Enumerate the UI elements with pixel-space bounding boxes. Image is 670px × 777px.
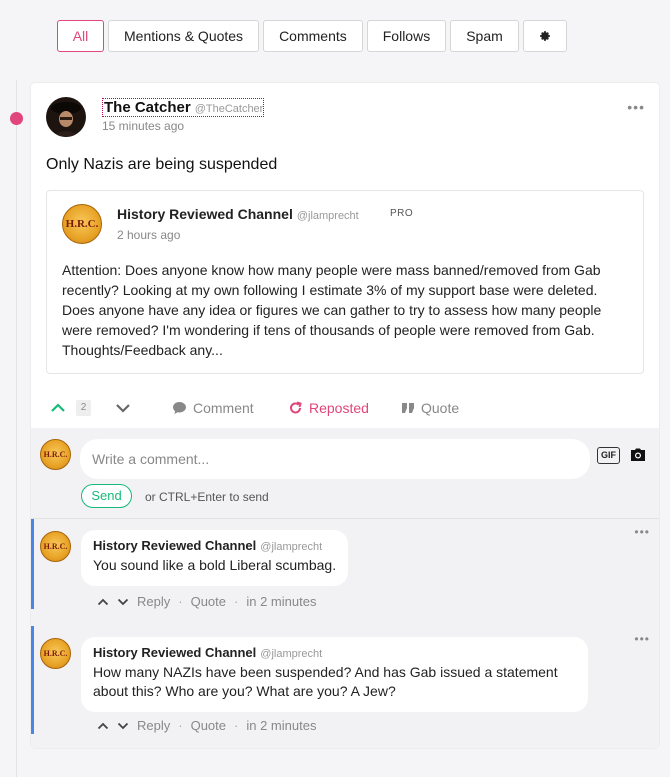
post-author[interactable]: The Catcher @TheCatcher	[102, 98, 265, 117]
comment-button[interactable]: Comment	[172, 396, 254, 420]
chevron-up-icon	[97, 722, 109, 730]
notification-post-card: The Catcher @TheCatcher 15 minutes ago ••…	[31, 83, 659, 748]
comment-author-name[interactable]: History Reviewed Channel	[93, 645, 256, 660]
quote-label: Quote	[421, 400, 460, 416]
comment-author[interactable]: History Reviewed Channel @jlamprecht	[93, 538, 336, 553]
separator-dot: ·	[234, 717, 239, 733]
comment-item: H.R.C. History Reviewed Channel @jlamprec…	[31, 519, 659, 609]
pro-badge: PRO	[390, 208, 414, 219]
avatar[interactable]: H.R.C.	[40, 638, 71, 669]
filter-comments-tab[interactable]: Comments	[263, 20, 363, 52]
separator-dot: ·	[178, 593, 183, 609]
post-author-name[interactable]: The Catcher	[104, 99, 191, 116]
comment-more-icon[interactable]: •••	[634, 632, 650, 646]
separator-dot: ·	[178, 717, 183, 733]
filter-spam-tab[interactable]: Spam	[450, 20, 519, 52]
downvote-button[interactable]	[115, 396, 131, 420]
gear-icon	[539, 31, 550, 41]
avatar[interactable]: H.R.C.	[62, 204, 102, 244]
comment-reply-link[interactable]: Reply	[137, 594, 170, 609]
chevron-down-icon	[117, 722, 129, 730]
filter-follows-tab[interactable]: Follows	[366, 20, 447, 52]
comment-bubble: History Reviewed Channel @jlamprecht You …	[81, 530, 349, 586]
post-more-icon[interactable]: •••	[627, 99, 645, 115]
comment-author-handle[interactable]: @jlamprecht	[260, 648, 322, 660]
comment-quote-link[interactable]: Quote	[191, 718, 226, 733]
separator-dot: ·	[234, 593, 239, 609]
quoted-timestamp[interactable]: 2 hours ago	[117, 228, 180, 242]
post-author-handle[interactable]: @TheCatcher	[195, 103, 264, 115]
comment-bubble-icon	[173, 402, 186, 414]
settings-button[interactable]	[522, 20, 567, 52]
comment-upvote-button[interactable]	[97, 717, 109, 733]
comment-input[interactable]	[80, 439, 590, 479]
comment-downvote-button[interactable]	[117, 717, 129, 733]
quoted-author[interactable]: History Reviewed Channel @jlamprecht	[117, 206, 359, 222]
comments-thread: H.R.C. History Reviewed Channel @jlamprec…	[31, 518, 659, 748]
post-text: Only Nazis are being suspended	[46, 156, 278, 173]
comment-text: How many NAZIs have been suspended? And …	[93, 664, 558, 699]
quoted-author-name[interactable]: History Reviewed Channel	[117, 206, 293, 222]
comment-upvote-button[interactable]	[97, 593, 109, 609]
comment-author-name[interactable]: History Reviewed Channel	[93, 538, 256, 553]
notification-filters: All Mentions & Quotes Comments Follows S…	[57, 20, 567, 52]
gif-button[interactable]: GIF	[597, 447, 620, 464]
post-action-bar: 2 Comment Reposted Quote	[31, 396, 659, 420]
avatar-text: H.R.C.	[65, 217, 99, 230]
comment-time[interactable]: in 2 minutes	[246, 594, 316, 609]
quoted-post[interactable]: H.R.C. History Reviewed Channel @jlamprec…	[46, 190, 644, 374]
comment-author-handle[interactable]: @jlamprecht	[260, 541, 322, 553]
filter-mentions-tab[interactable]: Mentions & Quotes	[108, 20, 260, 52]
comment-quote-link[interactable]: Quote	[191, 594, 226, 609]
filter-all-tab[interactable]: All	[57, 20, 104, 52]
comment-downvote-button[interactable]	[117, 593, 129, 609]
comment-text: You sound like a bold Liberal scumbag.	[93, 557, 337, 573]
avatar-text: H.R.C.	[43, 449, 68, 459]
vote-count: 2	[76, 400, 91, 416]
camera-icon[interactable]	[630, 448, 646, 462]
comment-reply-link[interactable]: Reply	[137, 718, 170, 733]
avatar-text: H.R.C.	[43, 648, 68, 658]
comment-author[interactable]: History Reviewed Channel @jlamprecht	[93, 645, 576, 660]
avatar-text: H.R.C.	[43, 541, 68, 551]
timeline-line	[16, 80, 17, 777]
comment-actions: Reply · Quote · in 2 minutes	[97, 593, 316, 609]
repost-button[interactable]: Reposted	[288, 396, 369, 420]
chevron-up-icon	[97, 598, 109, 606]
repost-icon	[290, 401, 302, 414]
unread-indicator-dot	[10, 112, 23, 125]
comment-item: H.R.C. History Reviewed Channel @jlamprec…	[31, 626, 659, 734]
quote-icon	[402, 403, 414, 413]
repost-label: Reposted	[309, 400, 369, 416]
chevron-up-icon	[51, 403, 65, 412]
comment-composer: H.R.C. GIF Send or CTRL+Enter to send	[31, 428, 659, 518]
quoted-text: Attention: Does anyone know how many peo…	[62, 262, 602, 358]
avatar: H.R.C.	[40, 439, 71, 470]
quoted-author-handle[interactable]: @jlamprecht	[297, 210, 359, 222]
quote-button[interactable]: Quote	[401, 396, 459, 420]
send-button[interactable]: Send	[81, 484, 132, 508]
post-timestamp[interactable]: 15 minutes ago	[102, 119, 184, 133]
upvote-button[interactable]	[50, 396, 66, 420]
avatar[interactable]: H.R.C.	[40, 531, 71, 562]
comment-actions: Reply · Quote · in 2 minutes	[97, 717, 316, 733]
comment-time[interactable]: in 2 minutes	[246, 718, 316, 733]
comment-more-icon[interactable]: •••	[634, 525, 650, 539]
chevron-down-icon	[116, 404, 130, 413]
chevron-down-icon	[117, 598, 129, 606]
avatar[interactable]	[46, 97, 86, 137]
send-hint: or CTRL+Enter to send	[145, 490, 269, 504]
comment-label: Comment	[193, 400, 254, 416]
comment-bubble: History Reviewed Channel @jlamprecht How …	[81, 637, 588, 712]
